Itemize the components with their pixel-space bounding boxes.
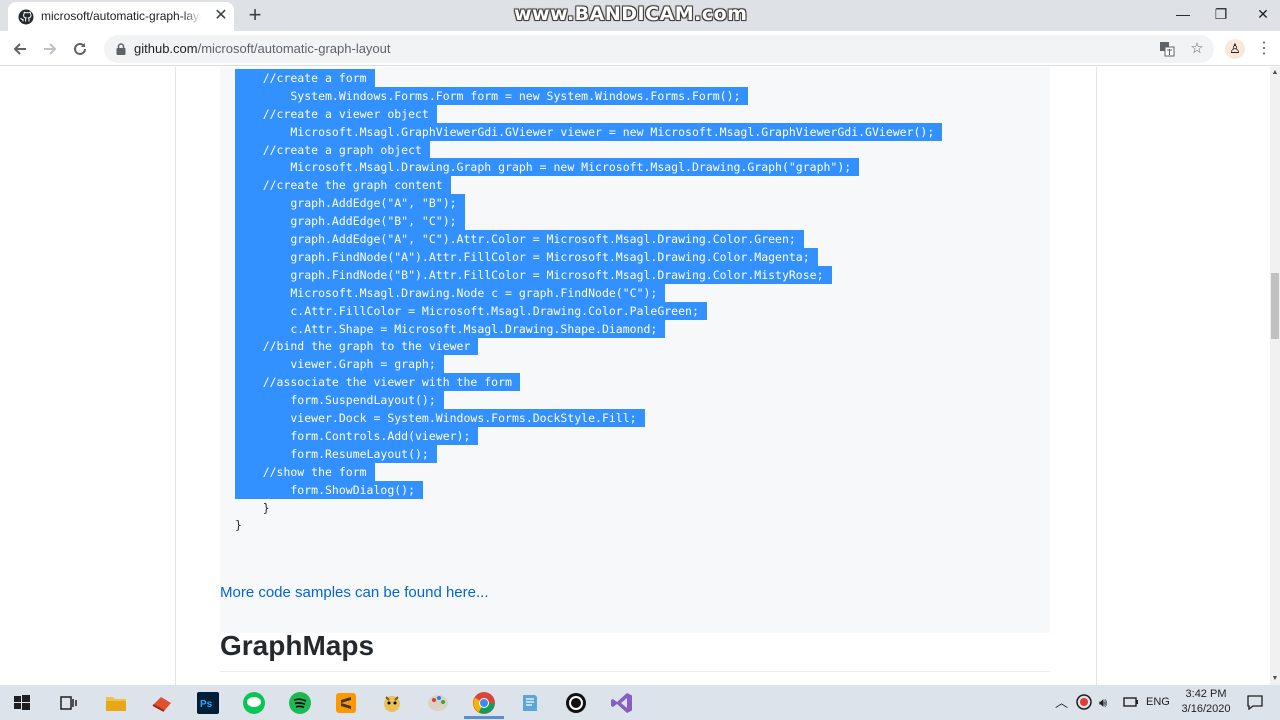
code-line-selected: //create the graph content — [235, 176, 451, 195]
active-app-indicator — [464, 716, 504, 719]
game-character-icon[interactable] — [380, 691, 404, 715]
windows-start-icon[interactable] — [10, 691, 34, 715]
code-line-selected: Microsoft.Msagl.GraphViewerGdi.GViewer v… — [235, 122, 943, 141]
url-text: github.com/microsoft/automatic-graph-lay… — [134, 41, 391, 56]
paint-palette-icon[interactable] — [426, 691, 450, 715]
translate-icon[interactable] — [1157, 39, 1177, 59]
browser-tab[interactable]: microsoft/automatic-graph-layout ✕ — [8, 2, 234, 31]
code-line-selected: Microsoft.Msagl.Drawing.Node c = graph.F… — [235, 283, 666, 302]
code-line-selected: //create a graph object — [235, 140, 430, 159]
notifications-icon[interactable] — [1246, 694, 1264, 714]
windows-taskbar: Ps ︿ 🔊︎ ENG 3:42 PM 3/16/2020 — [0, 685, 1280, 720]
bandicam-record-icon[interactable] — [564, 691, 588, 715]
code-line-selected: form.ResumeLayout(); — [235, 444, 437, 463]
bandicam-watermark: www.BANDICAM.com — [514, 3, 748, 25]
more-code-samples-link[interactable]: More code samples can be found here... — [220, 584, 489, 601]
tab-strip: microsoft/automatic-graph-layout ✕ + www… — [0, 0, 1280, 31]
volume-icon[interactable]: 🔊︎ — [1099, 694, 1107, 711]
chrome-icon[interactable] — [472, 691, 496, 715]
eraser-app-icon[interactable] — [150, 691, 174, 715]
code-line-selected: c.Attr.Shape = Microsoft.Msagl.Drawing.S… — [235, 319, 666, 338]
profile-avatar-icon[interactable]: ♙ — [1225, 39, 1245, 59]
visual-studio-icon[interactable] — [610, 691, 634, 715]
scroll-up-arrow-icon[interactable]: ▲ — [1270, 67, 1280, 79]
new-tab-button[interactable]: + — [244, 4, 266, 26]
scrollbar-thumb[interactable] — [1271, 273, 1279, 339]
scroll-down-arrow-icon[interactable]: ▼ — [1270, 673, 1280, 685]
code-line-selected: graph.AddEdge("B", "C"); — [235, 212, 465, 231]
page-scrollbar[interactable]: ▲ ▼ — [1270, 67, 1280, 685]
forward-button[interactable] — [38, 37, 62, 61]
notebook-app-icon[interactable] — [518, 691, 542, 715]
code-line-selected: form.ShowDialog(); — [235, 480, 424, 499]
bookmark-star-icon[interactable]: ☆ — [1187, 39, 1207, 59]
code-line-selected: //bind the graph to the viewer — [235, 337, 479, 356]
language-indicator[interactable]: ENG — [1146, 694, 1170, 711]
code-line: } — [235, 518, 242, 533]
clock-date: 3/16/2020 — [1181, 703, 1231, 715]
code-line-selected: Microsoft.Msagl.Drawing.Graph graph = ne… — [235, 158, 860, 177]
code-line-selected: form.SuspendLayout(); — [235, 391, 444, 410]
arrow-left-icon — [13, 43, 26, 55]
spotify-icon[interactable] — [288, 691, 312, 715]
line-app-icon[interactable] — [242, 691, 266, 715]
show-hidden-icons-icon[interactable]: ︿ — [1055, 694, 1068, 711]
url-host: github.com — [134, 41, 198, 56]
back-button[interactable] — [8, 37, 32, 61]
close-window-button[interactable]: ✕ — [1240, 2, 1280, 26]
reload-button[interactable] — [68, 37, 92, 61]
graphmaps-heading: GraphMaps — [220, 630, 375, 661]
file-explorer-icon[interactable] — [104, 691, 128, 715]
code-line-selected: //show the form — [235, 462, 375, 481]
photoshop-icon[interactable]: Ps — [196, 691, 220, 715]
code-line-selected: form.Controls.Add(viewer); — [235, 426, 479, 445]
code-line-selected: //create a form — [235, 68, 375, 87]
code-line-selected: System.Windows.Forms.Form form = new Sys… — [235, 86, 749, 105]
svg-text:Ps: Ps — [200, 699, 213, 710]
code-line-selected: //associate the viewer with the form — [235, 373, 520, 392]
arrow-right-icon — [44, 43, 57, 55]
browser-toolbar: github.com/microsoft/automatic-graph-lay… — [0, 31, 1280, 66]
code-line-selected: viewer.Graph = graph; — [235, 355, 444, 374]
network-icon[interactable] — [1122, 694, 1140, 714]
code-block: public static void Main() { //create a f… — [220, 67, 1050, 633]
tab-title: microsoft/automatic-graph-layout — [41, 9, 201, 23]
menu-kebab-icon[interactable]: ⋮ — [1256, 37, 1272, 61]
code-line-selected: graph.FindNode("B").Attr.FillColor = Mic… — [235, 265, 832, 284]
code-line: } — [235, 500, 270, 515]
code-line-selected: graph.AddEdge("A", "B"); — [235, 194, 465, 213]
address-bar[interactable]: github.com/microsoft/automatic-graph-lay… — [104, 35, 1214, 63]
record-tray-icon[interactable] — [1076, 694, 1092, 714]
sublime-text-icon[interactable] — [334, 691, 358, 715]
code-line-selected: c.Attr.FillColor = Microsoft.Msagl.Drawi… — [235, 301, 707, 320]
lock-icon — [116, 43, 126, 55]
code-line-selected: graph.FindNode("A").Attr.FillColor = Mic… — [235, 247, 818, 266]
page-viewport: public static void Main() { //create a f… — [0, 67, 1270, 685]
restore-button[interactable]: ❐ — [1198, 2, 1244, 26]
heading-divider — [220, 671, 1050, 672]
code-line-selected: viewer.Dock = System.Windows.Forms.DockS… — [235, 409, 645, 427]
code-line-selected: graph.AddEdge("A", "C").Attr.Color = Mic… — [235, 230, 804, 248]
clock-time: 3:42 PM — [1185, 688, 1227, 700]
url-path: /microsoft/automatic-graph-layout — [197, 41, 391, 56]
system-clock[interactable]: 3:42 PM 3/16/2020 — [1176, 687, 1236, 717]
close-tab-icon[interactable]: ✕ — [212, 7, 230, 25]
code-line-selected: //create a viewer object — [235, 104, 437, 123]
task-view-icon[interactable] — [56, 691, 80, 715]
reload-icon — [74, 42, 86, 55]
github-icon — [18, 9, 34, 25]
